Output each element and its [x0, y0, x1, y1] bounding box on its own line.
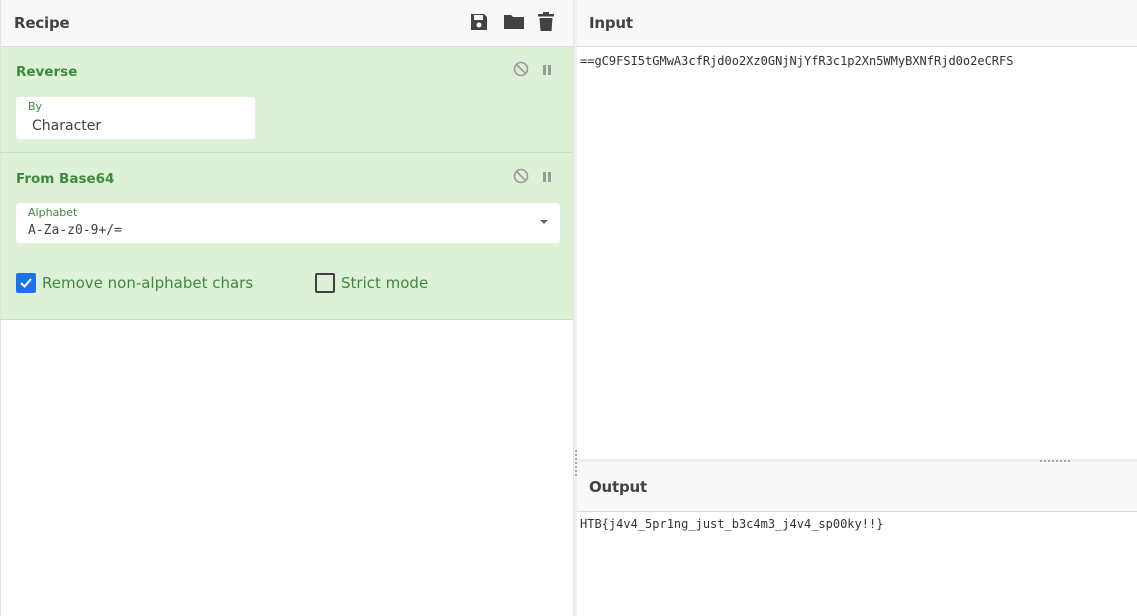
folder-icon[interactable]: [503, 12, 525, 34]
trash-icon[interactable]: [537, 12, 559, 34]
operation-title: From Base64: [16, 171, 115, 187]
by-field[interactable]: By Character: [16, 97, 255, 139]
checkbox-label: Remove non-alphabet chars: [42, 274, 254, 292]
remove-non-alphabet-checkbox[interactable]: Remove non-alphabet chars: [16, 273, 253, 293]
by-value: Character: [32, 118, 102, 134]
operation-reverse[interactable]: Reverse By Character: [1, 47, 573, 153]
alphabet-value: A-Za-z0-9+/=: [28, 223, 122, 238]
checkbox-checked-icon[interactable]: [16, 273, 36, 293]
recipe-header: Recipe: [1, 0, 573, 47]
output-pane: Output HTB{j4v4_5pr1ng_just_b3c4m3_j4v4_…: [577, 462, 1137, 616]
alphabet-select[interactable]: Alphabet A-Za-z0-9+/=: [16, 203, 560, 243]
disable-icon[interactable]: [513, 61, 529, 81]
output-title: Output: [589, 477, 647, 496]
strict-mode-checkbox[interactable]: Strict mode: [315, 273, 428, 293]
disable-icon[interactable]: [513, 168, 529, 188]
checkbox-label: Strict mode: [341, 274, 429, 292]
pause-icon[interactable]: [541, 169, 553, 188]
pause-icon[interactable]: [541, 62, 553, 81]
save-icon[interactable]: [469, 12, 491, 34]
recipe-title: Recipe: [14, 14, 70, 32]
operation-title: Reverse: [16, 64, 78, 80]
input-header: Input: [577, 0, 1137, 47]
input-title: Input: [589, 14, 633, 32]
by-label: By: [28, 100, 43, 113]
output-textarea[interactable]: HTB{j4v4_5pr1ng_just_b3c4m3_j4v4_sp00ky!…: [580, 517, 883, 531]
recipe-panel: Recipe Reverse By Character From Base64 …: [0, 0, 573, 616]
alphabet-label: Alphabet: [28, 206, 78, 219]
checkbox-unchecked-icon[interactable]: [315, 273, 335, 293]
input-textarea[interactable]: ==gC9FSI5tGMwA3cfRjd0o2Xz0GNjNjYfR3c1p2X…: [580, 54, 1013, 68]
output-header: Output: [577, 462, 1137, 512]
chevron-down-icon[interactable]: [540, 220, 548, 224]
operation-from-base64[interactable]: From Base64 Alphabet A-Za-z0-9+/= Remove…: [1, 153, 573, 320]
input-pane: Input ==gC9FSI5tGMwA3cfRjd0o2Xz0GNjNjYfR…: [577, 0, 1137, 461]
